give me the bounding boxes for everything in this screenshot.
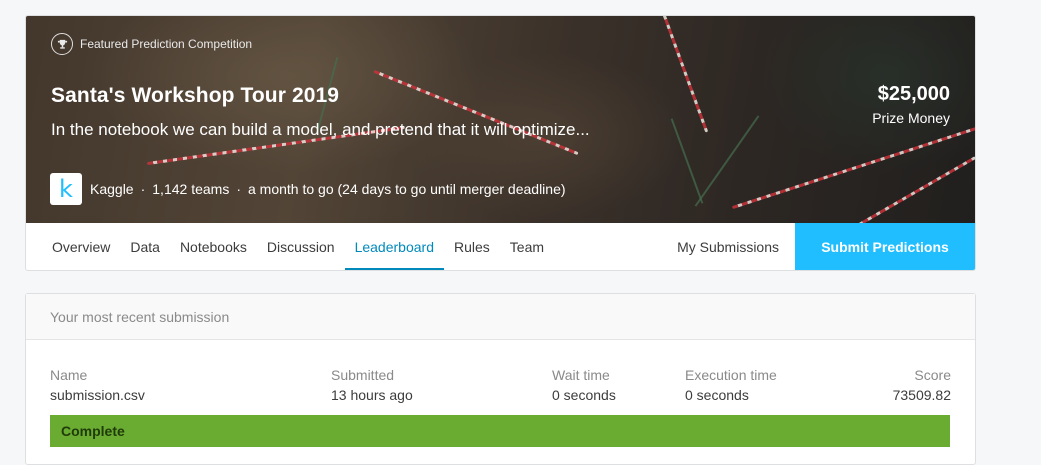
hero-banner: Featured Prediction Competition Santa's … — [26, 16, 975, 223]
name-label: Name — [50, 367, 88, 383]
kaggle-logo[interactable]: k — [50, 173, 82, 205]
competition-title: Santa's Workshop Tour 2019 — [51, 84, 340, 107]
host-info: k Kaggle · 1,142 teams · a month to go (… — [50, 173, 566, 205]
featured-label: Featured Prediction Competition — [51, 33, 252, 55]
score-value: 73509.82 — [892, 387, 951, 403]
competition-subtitle: In the notebook we can build a model, an… — [51, 120, 590, 139]
prize-block: $25,000 Prize Money — [872, 83, 950, 126]
status-bar: Complete — [50, 415, 950, 447]
competition-header: Featured Prediction Competition Santa's … — [25, 15, 976, 271]
score-column: Score 73509.82 — [893, 367, 951, 403]
tab-discussion[interactable]: Discussion — [257, 223, 345, 270]
prize-amount: $25,000 — [877, 83, 950, 105]
recent-submission-card: Your most recent submission Name submiss… — [25, 293, 976, 465]
team-count: 1,142 teams — [152, 181, 230, 197]
separator: · — [236, 181, 241, 197]
name-column: Name submission.csv — [50, 367, 145, 403]
trophy-icon — [51, 33, 73, 55]
recent-submission-header: Your most recent submission — [26, 294, 975, 340]
tab-rules[interactable]: Rules — [444, 223, 500, 270]
featured-text: Featured Prediction Competition — [80, 37, 253, 51]
tab-data[interactable]: Data — [120, 223, 170, 270]
execution-time-column: Execution time 0 seconds — [685, 367, 777, 403]
tab-leaderboard[interactable]: Leaderboard — [344, 223, 445, 270]
submit-predictions-button[interactable]: Submit Predictions — [795, 223, 975, 270]
prize-label: Prize Money — [872, 110, 950, 126]
wait-time-value: 0 seconds — [552, 387, 616, 403]
submission-details: Name submission.csv Submitted 13 hours a… — [26, 340, 975, 415]
score-label: Score — [914, 367, 951, 383]
tab-overview[interactable]: Overview — [26, 223, 120, 270]
submitted-value: 13 hours ago — [331, 387, 413, 403]
deadline-text: a month to go (24 days to go until merge… — [248, 181, 566, 197]
wait-time-column: Wait time 0 seconds — [552, 367, 616, 403]
my-submissions-link[interactable]: My Submissions — [661, 223, 795, 270]
execution-time-label: Execution time — [685, 367, 777, 383]
separator: · — [140, 181, 146, 197]
submitted-column: Submitted 13 hours ago — [331, 367, 413, 403]
execution-time-value: 0 seconds — [685, 387, 749, 403]
host-name[interactable]: Kaggle — [90, 181, 134, 197]
tab-team[interactable]: Team — [500, 223, 554, 270]
submitted-label: Submitted — [331, 367, 395, 383]
wait-time-label: Wait time — [552, 367, 610, 383]
tab-notebooks[interactable]: Notebooks — [170, 223, 257, 270]
file-name: submission.csv — [50, 387, 145, 403]
competition-nav: Overview Data Notebooks Discussion Leade… — [26, 223, 975, 270]
